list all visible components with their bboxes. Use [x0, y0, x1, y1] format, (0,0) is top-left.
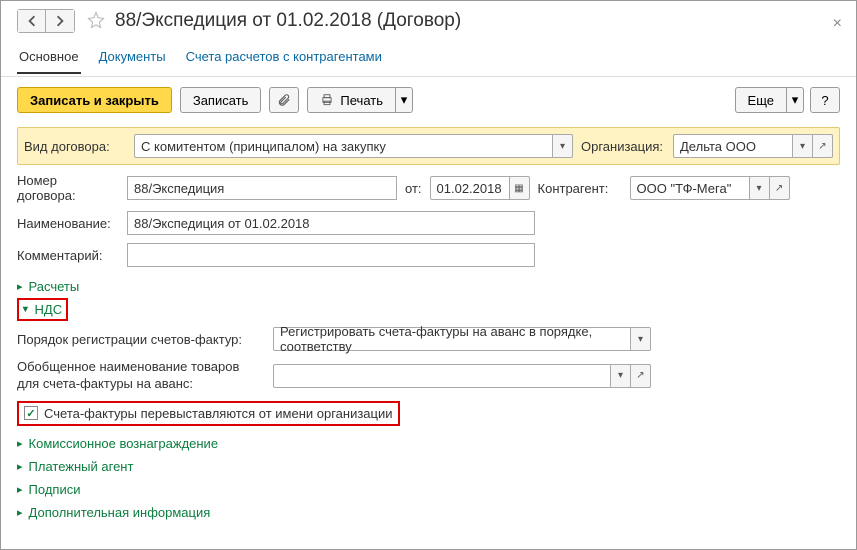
reissue-invoice-group: Счета-фактуры перевыставляются от имени … [17, 401, 400, 426]
comment-label: Комментарий: [17, 248, 119, 263]
print-dropdown[interactable]: ▾ [395, 87, 413, 113]
number-input[interactable]: 88/Экспедиция [127, 176, 397, 200]
section-agent[interactable]: ▸Платежный агент [17, 455, 840, 478]
more-button[interactable]: Еще [735, 87, 786, 113]
section-extra[interactable]: ▸Дополнительная информация [17, 501, 840, 524]
close-icon[interactable]: × [833, 15, 842, 33]
org-select[interactable]: Дельта ООО [673, 134, 793, 158]
party-open[interactable]: ↗ [770, 176, 790, 200]
save-close-button[interactable]: Записать и закрыть [17, 87, 172, 113]
favorite-star-icon[interactable] [87, 11, 105, 32]
generic-name-open[interactable]: ↗ [631, 364, 651, 388]
help-button[interactable]: ? [810, 87, 840, 113]
section-sign[interactable]: ▸Подписи [17, 478, 840, 501]
org-label: Организация: [581, 139, 665, 154]
org-open[interactable]: ↗ [813, 134, 833, 158]
chevron-right-icon: ▸ [17, 483, 23, 496]
more-dropdown[interactable]: ▾ [786, 87, 804, 113]
chevron-right-icon: ▸ [17, 280, 23, 293]
reissue-checkbox[interactable] [24, 406, 38, 420]
generic-name-input[interactable] [273, 364, 611, 388]
print-group: Печать ▾ [307, 87, 413, 113]
chevron-right-icon: ▸ [17, 437, 23, 450]
sf-order-select[interactable]: Регистрировать счета-фактуры на аванс в … [273, 327, 631, 351]
contract-type-dropdown[interactable]: ▾ [553, 134, 573, 158]
chevron-right-icon: ▸ [17, 506, 23, 519]
section-vat[interactable]: ▸НДС [17, 298, 68, 321]
party-select[interactable]: ООО "ТФ-Мега" [630, 176, 750, 200]
sf-order-dropdown[interactable]: ▾ [631, 327, 651, 351]
date-label: от: [405, 181, 422, 196]
party-label: Контрагент: [538, 181, 622, 196]
generic-name-dropdown[interactable]: ▾ [611, 364, 631, 388]
tab-main[interactable]: Основное [17, 43, 81, 74]
reissue-label: Счета-фактуры перевыставляются от имени … [44, 406, 393, 421]
date-input[interactable]: 01.02.2018 [430, 176, 510, 200]
page-title: 88/Экспедиция от 01.02.2018 (Договор) [115, 10, 461, 32]
comment-input[interactable] [127, 243, 535, 267]
chevron-right-icon: ▸ [17, 460, 23, 473]
name-input[interactable]: 88/Экспедиция от 01.02.2018 [127, 211, 535, 235]
section-commission[interactable]: ▸Комиссионное вознаграждение [17, 432, 840, 455]
nav-back-button[interactable] [18, 10, 46, 32]
print-button[interactable]: Печать [307, 87, 395, 113]
attach-button[interactable] [269, 87, 299, 113]
nav-forward-button[interactable] [46, 10, 74, 32]
contract-type-select[interactable]: С комитентом (принципалом) на закупку [134, 134, 553, 158]
tab-documents[interactable]: Документы [97, 43, 168, 74]
save-button[interactable]: Записать [180, 87, 262, 113]
tab-accounts[interactable]: Счета расчетов с контрагентами [184, 43, 384, 74]
contract-type-label: Вид договора: [24, 139, 126, 154]
more-group: Еще ▾ [735, 87, 804, 113]
org-dropdown[interactable]: ▾ [793, 134, 813, 158]
chevron-down-icon: ▸ [19, 307, 32, 313]
nav-back-forward [17, 9, 75, 33]
date-picker-icon[interactable]: ▦ [510, 176, 530, 200]
name-label: Наименование: [17, 216, 119, 231]
section-calc[interactable]: ▸Расчеты [17, 275, 840, 298]
number-label: Номер договора: [17, 173, 119, 203]
generic-name-label: Обобщенное наименование товаров для счет… [17, 359, 265, 393]
sf-order-label: Порядок регистрации счетов-фактур: [17, 332, 265, 347]
party-dropdown[interactable]: ▾ [750, 176, 770, 200]
